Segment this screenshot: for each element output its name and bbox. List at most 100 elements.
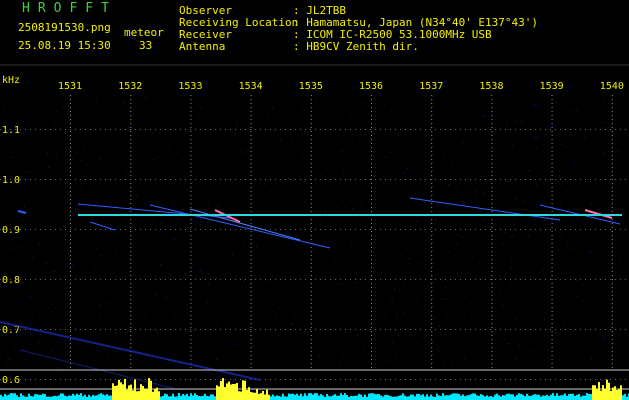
x-grid-dot xyxy=(491,251,493,252)
y-grid-dot xyxy=(410,329,411,330)
x-grid-dot xyxy=(611,235,613,236)
x-grid-dot xyxy=(250,147,252,148)
y-grid-dot xyxy=(305,129,306,130)
x-grid-dot xyxy=(310,211,312,212)
x-grid-dot xyxy=(70,219,71,220)
y-grid-dot xyxy=(25,329,26,330)
y-grid-dot xyxy=(175,329,176,330)
x-grid-dot xyxy=(190,287,192,288)
level-bar xyxy=(576,394,578,400)
x-grid-dot xyxy=(491,323,493,324)
x-grid-dot xyxy=(70,319,71,320)
level-bar xyxy=(504,395,506,400)
x-grid-dot xyxy=(491,243,493,244)
y-grid-dot xyxy=(525,379,526,380)
x-grid-dot xyxy=(70,159,71,160)
x-grid-dot xyxy=(70,143,71,144)
x-grid-dot xyxy=(371,339,372,340)
x-grid-dot xyxy=(310,95,312,96)
level-bar xyxy=(602,385,604,400)
y-grid-dot xyxy=(605,129,606,130)
y-grid-dot xyxy=(265,279,266,280)
y-grid-dot xyxy=(35,279,36,280)
level-bar xyxy=(334,394,336,400)
x-grid-dot xyxy=(431,95,433,96)
y-grid-dot xyxy=(530,129,531,130)
y-tick-label: 0.9 xyxy=(2,225,20,236)
y-grid-dot xyxy=(400,279,401,280)
y-grid-dot xyxy=(480,379,481,380)
y-grid-dot xyxy=(545,179,546,180)
y-grid-dot xyxy=(275,129,276,130)
y-grid-dot xyxy=(220,179,221,180)
x-grid-dot xyxy=(130,355,132,356)
x-grid-dot xyxy=(190,199,192,200)
x-tick-label: 1532 xyxy=(118,81,142,92)
x-grid-dot xyxy=(371,151,372,152)
x-grid-dot xyxy=(551,263,553,264)
x-grid-dot xyxy=(431,111,433,112)
y-tick-label: 0.6 xyxy=(2,375,20,386)
y-grid-dot xyxy=(105,129,106,130)
x-grid-dot xyxy=(310,171,312,172)
y-grid-dot xyxy=(210,379,211,380)
level-bar xyxy=(198,396,200,400)
x-grid-dot xyxy=(491,227,493,228)
y-grid-dot xyxy=(580,229,581,230)
y-grid-dot xyxy=(270,179,271,180)
y-grid-dot xyxy=(590,279,591,280)
y-grid-dot xyxy=(545,379,546,380)
y-grid-dot xyxy=(235,179,236,180)
level-bar xyxy=(62,393,64,400)
y-grid-dot xyxy=(330,229,331,230)
x-grid-dot xyxy=(310,247,312,248)
x-grid-dot xyxy=(611,127,613,128)
y-grid-dot xyxy=(100,229,101,230)
x-grid-dot xyxy=(431,311,433,312)
y-grid-dot xyxy=(375,329,376,330)
y-grid-dot xyxy=(445,179,446,180)
y-grid-dot xyxy=(260,129,261,130)
x-grid-dot xyxy=(431,263,433,264)
y-grid-dot xyxy=(400,179,401,180)
x-grid-dot xyxy=(551,315,553,316)
x-grid-dot xyxy=(190,159,192,160)
y-grid-dot xyxy=(600,229,601,230)
x-grid-dot xyxy=(190,319,192,320)
y-grid-dot xyxy=(625,129,626,130)
x-grid-dot xyxy=(551,183,553,184)
level-bar xyxy=(60,393,62,400)
y-grid-dot xyxy=(100,279,101,280)
level-bar xyxy=(386,394,388,400)
y-grid-dot xyxy=(415,279,416,280)
y-grid-dot xyxy=(70,329,71,330)
y-grid-dot xyxy=(380,279,381,280)
x-grid-dot xyxy=(190,299,192,300)
y-grid-dot xyxy=(65,279,66,280)
x-grid-dot xyxy=(611,179,613,180)
y-grid-dot xyxy=(15,179,16,180)
y-grid-dot xyxy=(465,229,466,230)
x-grid-dot xyxy=(371,359,372,360)
y-grid-dot xyxy=(175,379,176,380)
x-grid-dot xyxy=(371,135,372,136)
y-grid-dot xyxy=(120,279,121,280)
x-grid-dot xyxy=(190,275,192,276)
x-grid-dot xyxy=(130,171,132,172)
level-bar xyxy=(142,386,144,400)
y-grid-dot xyxy=(575,129,576,130)
y-grid-dot xyxy=(70,129,71,130)
x-grid-dot xyxy=(611,131,613,132)
y-grid-dot xyxy=(425,129,426,130)
level-bar xyxy=(552,393,554,400)
y-grid-dot xyxy=(125,129,126,130)
y-grid-dot xyxy=(510,129,511,130)
y-grid-dot xyxy=(590,329,591,330)
x-grid-dot xyxy=(611,287,613,288)
level-bar xyxy=(486,395,488,400)
x-grid-dot xyxy=(551,271,553,272)
y-grid-dot xyxy=(130,379,131,380)
level-bar xyxy=(456,393,458,400)
y-grid-dot xyxy=(385,129,386,130)
y-grid-dot xyxy=(255,129,256,130)
